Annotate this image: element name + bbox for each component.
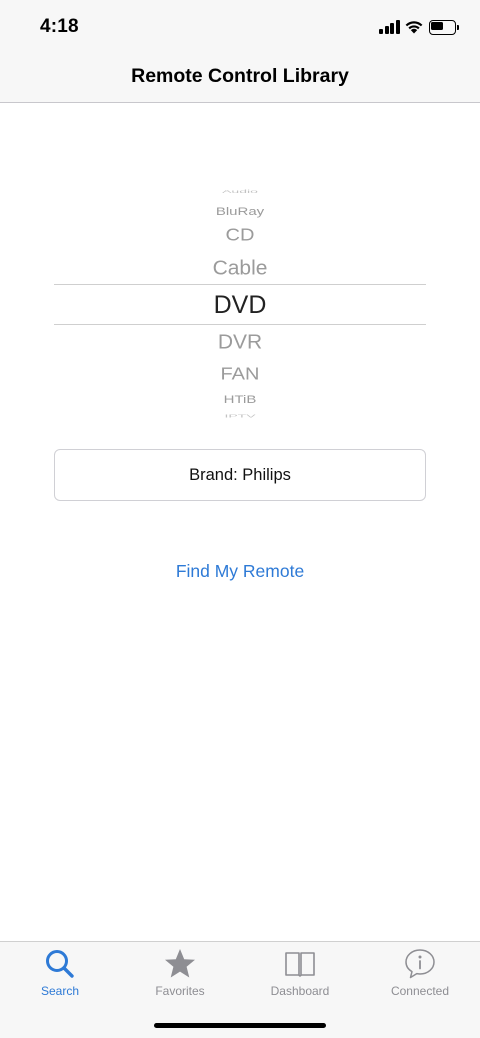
picker-item-htib[interactable]: HTiB: [54, 393, 426, 404]
wifi-icon: [405, 21, 423, 34]
brand-label: Brand: Philips: [189, 466, 291, 484]
nav-bar: Remote Control Library: [0, 54, 480, 103]
picker-item-fan[interactable]: FAN: [54, 365, 426, 383]
status-bar: 4:18: [0, 0, 480, 54]
tab-search[interactable]: Search: [0, 942, 120, 1002]
tab-dashboard[interactable]: Dashboard: [240, 942, 360, 1002]
book-icon: [285, 952, 315, 977]
tab-favorites[interactable]: Favorites: [120, 942, 240, 1002]
tab-label-search: Search: [40, 984, 80, 998]
home-indicator: [154, 1023, 326, 1028]
picker-item-bluray[interactable]: BluRay: [54, 205, 426, 216]
cellular-signal-icon: [379, 20, 400, 34]
picker-item-dvr[interactable]: DVR: [54, 332, 426, 352]
battery-icon: [429, 20, 460, 35]
picker-item-cable[interactable]: Cable: [54, 258, 426, 278]
picker-item-audio[interactable]: Audio: [54, 189, 426, 194]
picker-item-iptv[interactable]: IPTV: [54, 414, 426, 419]
find-my-remote-button[interactable]: Find My Remote: [140, 556, 340, 586]
tab-label-connected: Connected: [390, 984, 450, 998]
tab-label-dashboard: Dashboard: [270, 984, 330, 998]
page-title: Remote Control Library: [131, 65, 349, 87]
brand-selector[interactable]: Brand: Philips: [54, 449, 426, 501]
status-time: 4:18: [40, 16, 79, 37]
device-type-picker[interactable]: Audio BluRay CD Cable DVD DVR FAN HTiB IPTV: [54, 185, 426, 420]
tab-label-favorites: Favorites: [155, 984, 205, 998]
picker-item-cd[interactable]: CD: [54, 226, 426, 244]
search-icon: [46, 950, 74, 978]
tab-connected[interactable]: Connected: [360, 942, 480, 1002]
info-bubble-icon: [405, 949, 435, 979]
picker-item-dvd[interactable]: DVD: [54, 292, 426, 318]
star-icon: [165, 949, 195, 978]
